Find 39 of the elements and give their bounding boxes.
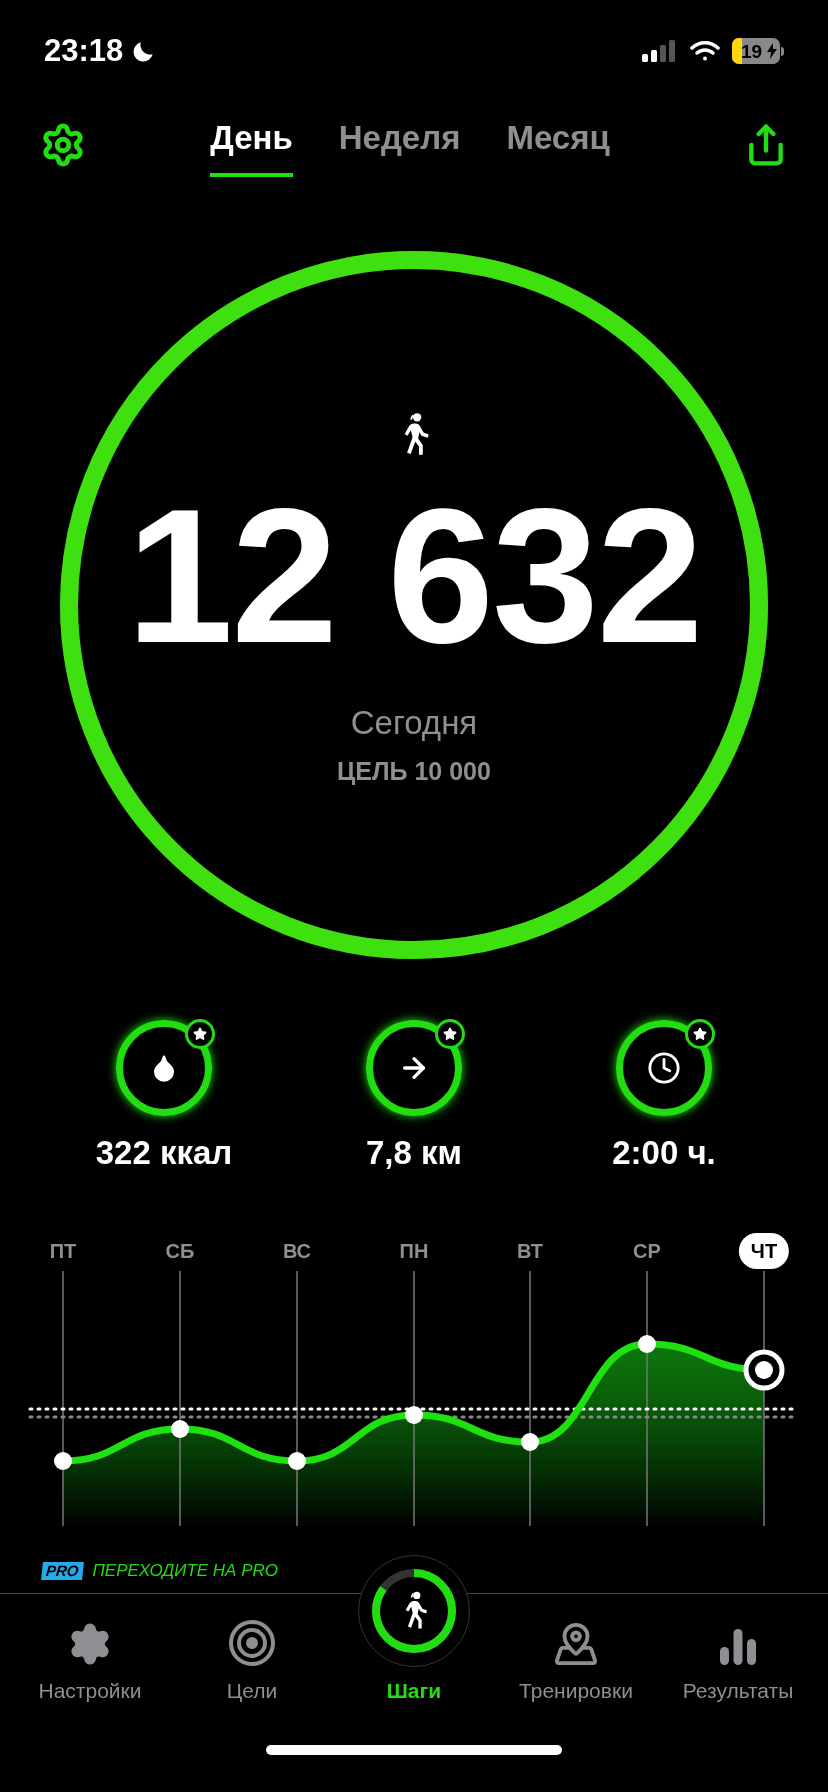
battery-indicator: 19: [732, 38, 784, 64]
period-tab[interactable]: День: [210, 113, 293, 177]
period-tab[interactable]: Месяц: [506, 113, 610, 177]
day-caption: Сегодня: [350, 702, 478, 743]
data-point: [521, 1432, 539, 1451]
target-icon: [228, 1619, 276, 1667]
clock-icon: [647, 1051, 681, 1085]
tab-bar-item[interactable]: Настройки: [10, 1593, 170, 1713]
settings-icon[interactable]: [40, 122, 86, 168]
period-tab[interactable]: Неделя: [338, 113, 461, 177]
day-label[interactable]: ЧТ: [738, 1232, 790, 1269]
day-label[interactable]: СР: [621, 1232, 673, 1269]
tab-bar-item[interactable]: Результаты: [658, 1593, 818, 1713]
data-point: [405, 1405, 423, 1424]
day-label[interactable]: СБ: [153, 1232, 207, 1269]
data-point: [54, 1451, 72, 1470]
day-label[interactable]: ВС: [270, 1232, 324, 1269]
stat-value: 7,8 км: [366, 1133, 462, 1173]
step-count: 12 632: [126, 479, 702, 672]
pro-badge[interactable]: PRO: [41, 1561, 84, 1580]
data-point: [638, 1334, 656, 1353]
tab-bar-item[interactable]: Цели: [172, 1593, 332, 1713]
data-point: [171, 1419, 189, 1438]
goal-label: ЦЕЛЬ 10 000: [337, 756, 491, 787]
current-point: [743, 1349, 785, 1390]
tab-bar-item[interactable]: Тренировки: [496, 1593, 656, 1713]
map-pin-icon: [553, 1621, 599, 1667]
status-time: 23:18: [44, 31, 124, 70]
tab-bar-item[interactable]: Шаги: [334, 1523, 494, 1713]
data-point: [288, 1451, 306, 1470]
bar-chart-icon: [718, 1627, 758, 1667]
pro-link[interactable]: ПЕРЕХОДИТЕ НА PRO: [92, 1557, 278, 1584]
stat-value: 322 ккал: [95, 1133, 233, 1173]
signal-icon: [642, 40, 678, 62]
day-label[interactable]: ПН: [387, 1232, 441, 1269]
day-label[interactable]: ВТ: [505, 1232, 555, 1269]
wifi-icon: [690, 40, 720, 62]
stat-value: 2:00 ч.: [612, 1133, 716, 1173]
day-label[interactable]: ПТ: [37, 1232, 89, 1269]
